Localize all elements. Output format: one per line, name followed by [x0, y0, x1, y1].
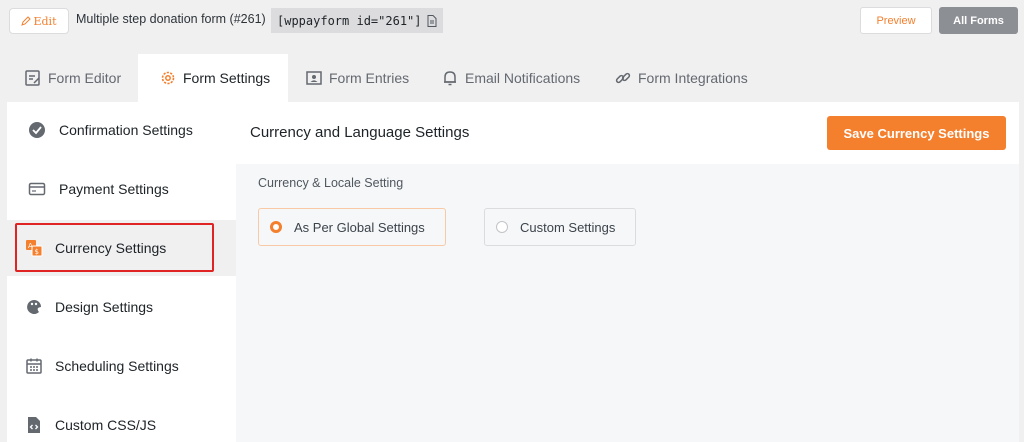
tab-label: Form Settings: [183, 70, 271, 86]
tab-form-editor[interactable]: Form Editor: [7, 54, 138, 102]
link-icon: [615, 72, 631, 84]
edit-label: Edit: [33, 14, 57, 28]
sidebar-item-design-settings[interactable]: Design Settings: [7, 279, 236, 335]
shortcode-box[interactable]: [wppayform id="261"]: [271, 8, 443, 33]
code-file-icon: [25, 416, 43, 434]
settings-sidebar: Confirmation Settings Payment Settings A…: [7, 102, 236, 442]
tab-form-entries[interactable]: Form Entries: [288, 54, 418, 102]
tab-form-integrations[interactable]: Form Integrations: [590, 54, 760, 102]
top-bar: Edit Multiple step donation form (#261) …: [0, 0, 1024, 42]
calendar-icon: [25, 357, 43, 375]
form-editor-icon: [25, 70, 40, 86]
tab-label: Form Editor: [48, 70, 122, 86]
tab-form-settings[interactable]: Form Settings: [138, 54, 288, 102]
section-label: Currency & Locale Setting: [258, 176, 404, 190]
main-content: Currency & Locale Setting As Per Global …: [236, 164, 1019, 442]
sidebar-item-label: Scheduling Settings: [55, 358, 179, 374]
preview-button[interactable]: Preview: [860, 7, 932, 34]
entries-icon: [306, 71, 322, 85]
sidebar-item-confirmation-settings[interactable]: Confirmation Settings: [7, 102, 236, 158]
edit-title-button[interactable]: Edit: [9, 8, 69, 34]
form-title: Multiple step donation form (#261): [76, 12, 266, 26]
tab-label: Email Notifications: [465, 70, 581, 86]
tab-email-notifications[interactable]: Email Notifications: [418, 54, 590, 102]
copy-file-icon[interactable]: [427, 14, 437, 27]
radio-label: Custom Settings: [520, 219, 616, 235]
pencil-icon: [21, 16, 32, 26]
card-icon: [28, 180, 46, 198]
settings-tabs: Form Editor Form Settings Form Entries E…: [7, 54, 1019, 102]
palette-icon: [25, 298, 43, 316]
main-header: Currency and Language Settings Save Curr…: [236, 102, 1019, 164]
tab-label: Form Integrations: [638, 70, 748, 86]
sidebar-item-label: Confirmation Settings: [59, 122, 193, 138]
highlight-box: [15, 223, 214, 272]
radio-dot[interactable]: [270, 221, 282, 233]
gear-icon: [161, 71, 175, 85]
sidebar-item-label: Design Settings: [55, 299, 154, 315]
sidebar-item-label: Payment Settings: [59, 181, 169, 197]
sidebar-item-custom-css-js[interactable]: Custom CSS/JS: [7, 397, 236, 442]
radio-label: As Per Global Settings: [294, 219, 425, 235]
radio-option-custom-settings[interactable]: Custom Settings: [484, 208, 636, 246]
tab-label: Form Entries: [329, 70, 410, 86]
radio-option-global-settings[interactable]: As Per Global Settings: [258, 208, 446, 246]
sidebar-item-label: Custom CSS/JS: [55, 417, 157, 433]
sidebar-item-scheduling-settings[interactable]: Scheduling Settings: [7, 338, 236, 394]
all-forms-button[interactable]: All Forms: [939, 7, 1018, 34]
check-circle-icon: [28, 121, 46, 139]
radio-dot[interactable]: [496, 221, 508, 233]
bell-icon: [444, 71, 456, 86]
sidebar-item-payment-settings[interactable]: Payment Settings: [7, 161, 236, 217]
shortcode-text: [wppayform id="261"]: [277, 13, 422, 28]
save-currency-settings-button[interactable]: Save Currency Settings: [827, 116, 1006, 150]
page-title: Currency and Language Settings: [250, 124, 470, 141]
